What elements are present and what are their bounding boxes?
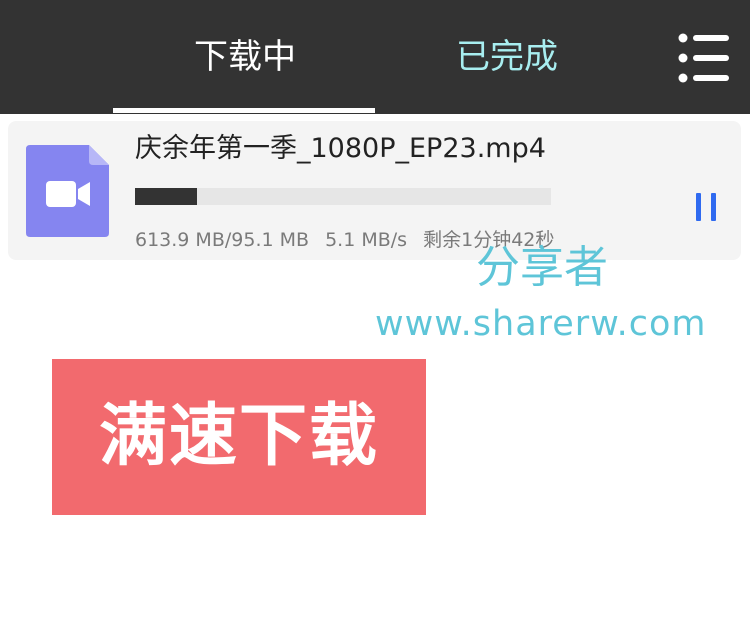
menu-button[interactable]	[675, 30, 731, 86]
download-speed: 5.1 MB/s	[325, 229, 408, 251]
watermark-name: 分享者	[476, 242, 608, 293]
tab-downloading[interactable]: 下载中	[150, 30, 340, 84]
tab-completed[interactable]: 已完成	[412, 30, 602, 84]
download-progress-bar	[135, 188, 551, 205]
watermark-url: www.sharerw.com	[375, 304, 707, 344]
active-tab-indicator	[113, 108, 375, 113]
size-info: 613.9 MB/95.1 MB	[135, 229, 310, 251]
video-file-icon	[26, 145, 109, 237]
full-speed-download-button[interactable]: 满速下载	[52, 359, 426, 515]
file-name: 庆余年第一季_1080P_EP23.mp4	[135, 133, 546, 164]
menu-icon	[678, 33, 729, 83]
pause-button[interactable]	[686, 187, 726, 227]
promo-label: 满速下载	[98, 397, 379, 476]
download-item-card[interactable]: 庆余年第一季_1080P_EP23.mp4 613.9 MB/95.1 MB 5…	[8, 121, 741, 260]
download-progress-fill	[135, 188, 198, 205]
top-tab-bar: 下载中 已完成	[0, 0, 750, 114]
